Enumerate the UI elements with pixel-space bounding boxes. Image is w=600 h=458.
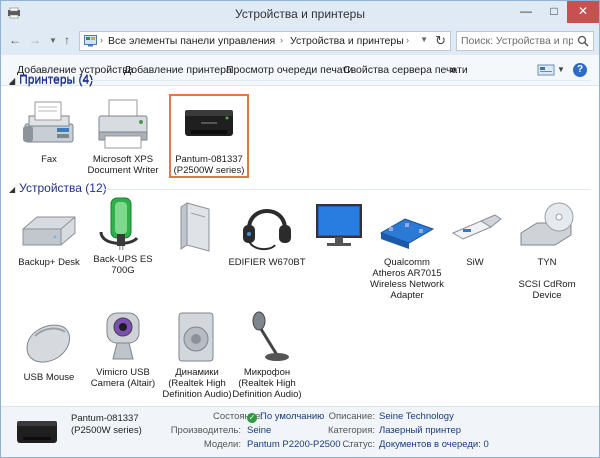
close-button[interactable]: ✕ [567,1,599,23]
device-label: Vimicro USB Camera (Altair) [90,367,156,389]
network-adapter-icon [379,218,435,249]
state-value: ✓ По умолчанию [247,411,324,423]
breadcrumb-separator-icon[interactable]: › [100,35,103,45]
address-toolbar: ← → ▼ ↑ › Все элементы панели управления… [1,27,599,55]
device-tile[interactable]: Vimicro USB Camera (Altair) [83,309,163,389]
selected-device-name: Pantum-081337 (P2500W series) [71,413,142,436]
printers-header-text: Принтеры (4) [19,72,94,86]
refresh-icon[interactable]: ↻ [435,33,446,49]
device-tile-selected[interactable]: Pantum-081337 (P2500W series) [169,94,249,178]
external-drive-icon [22,216,76,246]
details-pane: Pantum-081337 (P2500W series) Состояние:… [1,406,599,457]
device-tile[interactable]: Back-UPS ES 700G [83,196,163,276]
fax-icon [23,101,74,143]
description-value: Seine Technology [379,411,454,422]
address-bar[interactable]: › Все элементы панели управления › Устро… [79,31,451,51]
more-commands-button[interactable]: » [450,64,456,76]
device-tile[interactable]: Динамики (Realtek High Definition Audio) [157,309,237,400]
devices-collapse-chevron-icon[interactable]: ◢ [9,185,15,194]
search-box[interactable] [456,31,594,51]
device-tile[interactable]: EDIFIER W670BT [227,199,307,268]
laser-printer-icon [17,421,57,443]
device-label: Backup+ Desk [18,257,80,268]
cdrom-drive-icon [520,202,574,246]
xps-printer-icon [98,99,148,149]
search-icon[interactable] [577,35,589,47]
device-tile[interactable]: SiW [435,199,515,268]
devices-and-printers-window: Устройства и принтеры — □ ✕ ← → ▼ ↑ › Вс… [0,0,600,458]
state-value-text: По умолчанию [260,411,325,422]
manufacturer-label: Производитель: [170,425,241,436]
breadcrumb-all-control-panel[interactable]: Все элементы панели управления [108,35,275,47]
printers-header-row[interactable]: ◢ Принтеры (4) [9,72,93,86]
model-label: Модели: [203,439,241,450]
device-label: Back-UPS ES 700G [93,254,153,276]
check-icon: ✓ [247,413,257,423]
headset-icon [243,209,291,251]
device-tile[interactable]: USB Mouse [9,314,89,383]
printers-collapse-chevron-icon[interactable]: ◢ [9,76,15,85]
device-tile[interactable]: Backup+ Desk [9,199,89,268]
maximize-button[interactable]: □ [541,1,567,23]
forward-arrow-icon[interactable]: → [26,32,44,50]
breadcrumb-separator-icon[interactable]: › [406,35,409,45]
device-label: EDIFIER W670BT [228,257,306,268]
device-label: Микрофон (Realtek High Definition Audio) [232,367,302,400]
microphone-icon [252,311,289,361]
minimize-button[interactable]: — [513,1,539,23]
change-view-icon[interactable] [536,63,558,77]
monitor-icon [316,204,362,246]
devices-header-text: Устройства (12) [19,181,107,195]
breadcrumb-devices-printers[interactable]: Устройства и принтеры [290,35,404,47]
device-tile[interactable]: Микрофон (Realtek High Definition Audio) [227,309,307,400]
device-label: TYN SCSI CdRom Device [518,257,576,301]
device-tile[interactable] [157,199,237,257]
device-label: Pantum-081337 (P2500W series) [173,154,245,176]
devices-divider [101,189,591,190]
device-label: USB Mouse [23,372,75,383]
devices-header-row[interactable]: ◢ Устройства (12) [9,181,107,195]
address-history-chevron-icon[interactable]: ▼ [420,35,428,44]
webcam-icon [106,312,140,360]
manufacturer-value: Seine [247,425,272,436]
printers-divider [91,80,591,81]
device-label: Динамики (Realtek High Definition Audio) [162,367,232,400]
device-tile[interactable]: Microsoft XPS Document Writer [83,96,163,176]
view-options-chevron-icon[interactable]: ▼ [557,65,565,74]
title-bar[interactable]: Устройства и принтеры — □ ✕ [1,1,599,27]
mouse-icon [26,324,70,363]
breadcrumb-separator-icon[interactable]: › [280,35,283,45]
window-title: Устройства и принтеры [235,7,365,21]
usb-flash-icon [451,214,502,240]
device-label: Fax [41,154,57,165]
device-tile[interactable]: Fax [9,96,89,165]
ups-battery-icon [99,197,139,250]
device-label: Microsoft XPS Document Writer [87,154,159,176]
device-tile[interactable]: TYN SCSI CdRom Device [507,199,587,301]
help-icon[interactable]: ? [573,63,587,77]
speaker-icon [178,312,214,362]
device-label: SiW [466,257,484,268]
laser-printer-icon [185,110,233,136]
category-value: Лазерный принтер [379,425,462,436]
status-value: Документов в очереди: 0 [379,439,489,450]
add-printer-button[interactable]: Добавление принтера [124,64,232,76]
storage-tower-icon [180,202,210,252]
back-arrow-icon[interactable]: ← [6,32,24,50]
status-label: Статус: [342,439,375,450]
search-input[interactable] [461,34,573,48]
description-label: Описание: [328,411,375,422]
view-print-queue-button[interactable]: Просмотр очереди печати [226,64,353,76]
up-arrow-icon[interactable]: ↑ [58,32,76,50]
category-label: Категория: [327,425,375,436]
control-panel-icon [84,35,97,47]
